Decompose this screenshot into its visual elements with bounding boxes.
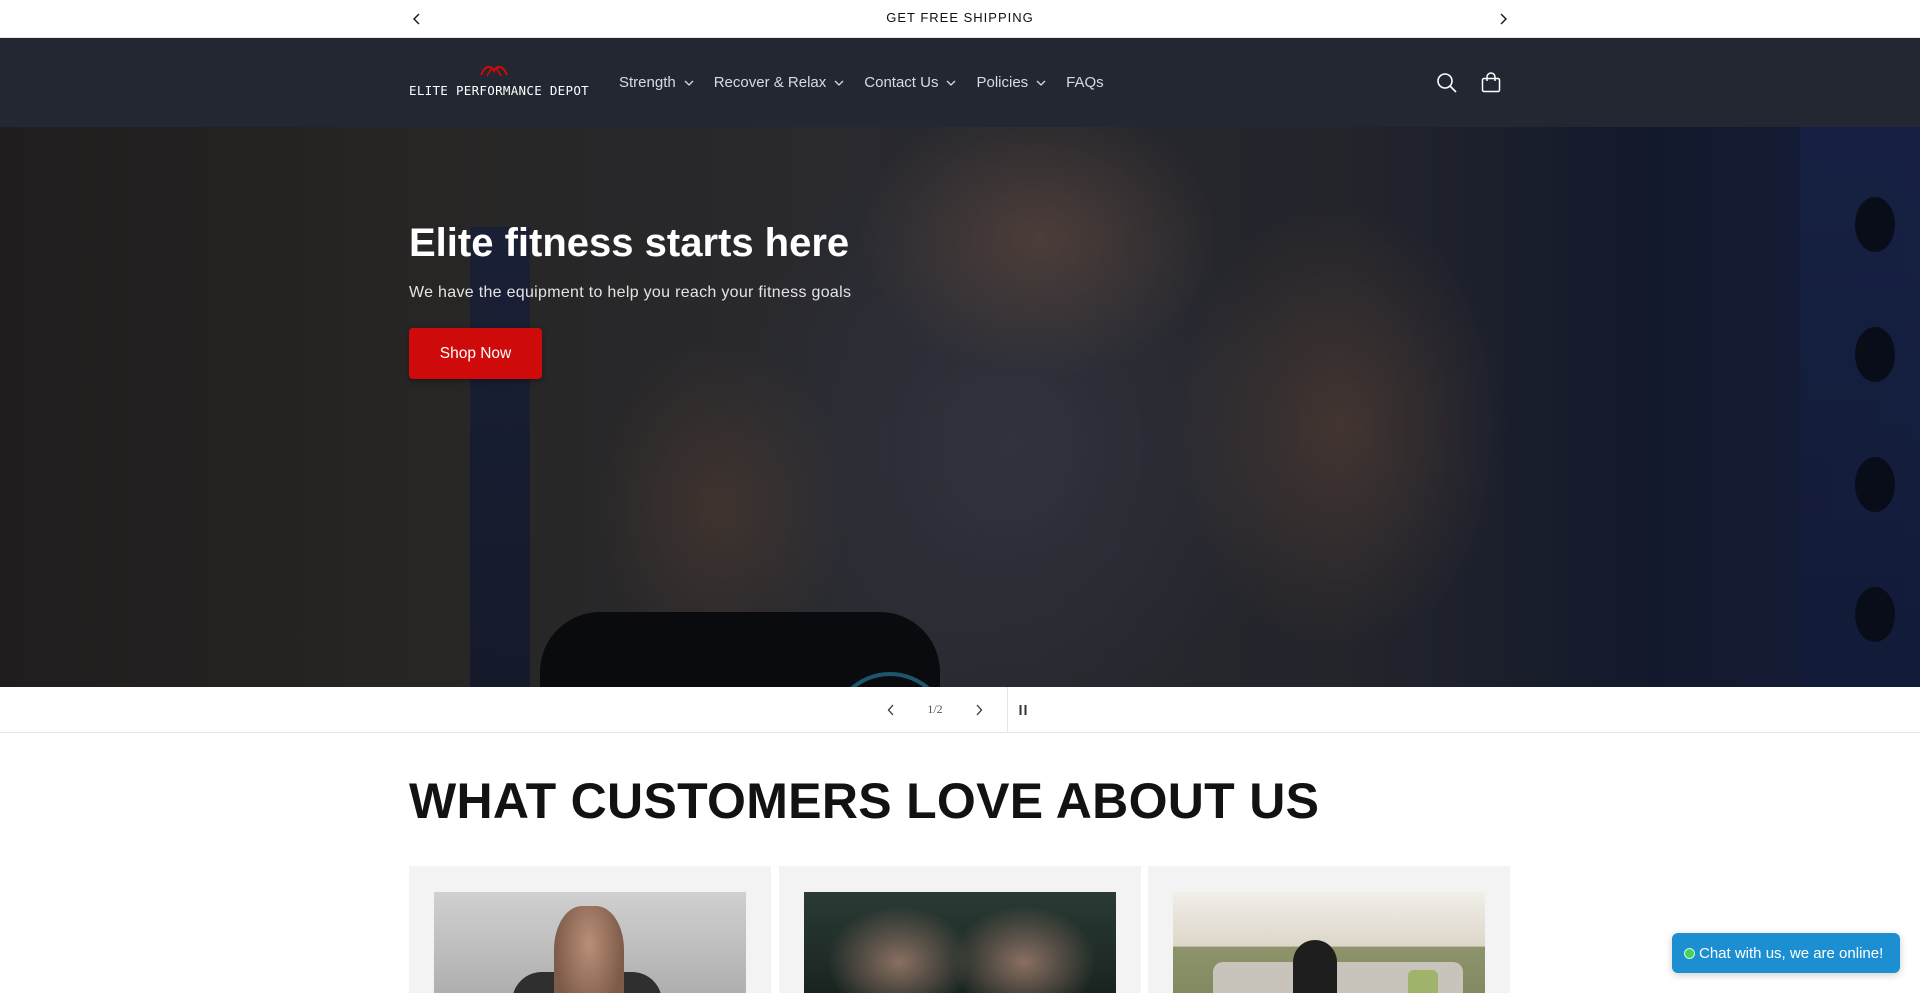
chat-label: Chat with us, we are online!	[1699, 944, 1884, 962]
online-status-icon	[1684, 947, 1695, 959]
shop-now-button[interactable]: Shop Now	[409, 328, 542, 379]
announcement-message: GET FREE SHIPPING	[886, 10, 1034, 25]
pause-icon	[1019, 705, 1027, 715]
main-nav: Strength Recover & Relax Contact Us Poli…	[619, 38, 1124, 127]
nav-item-faqs[interactable]: FAQs	[1066, 74, 1104, 91]
cart-icon	[1481, 72, 1501, 93]
testimonial-card	[409, 866, 771, 993]
announcement-bar: GET FREE SHIPPING	[0, 0, 1920, 38]
chevron-right-icon	[1500, 13, 1507, 25]
site-header: ELITE PERFORMANCE DEPOT Strength Recover…	[0, 38, 1920, 127]
logo-mark-icon	[480, 65, 508, 77]
nav-item-strength[interactable]: Strength	[619, 74, 694, 91]
store-logo[interactable]: ELITE PERFORMANCE DEPOT	[409, 64, 589, 104]
chevron-down-icon	[834, 80, 844, 86]
nav-item-recover-relax[interactable]: Recover & Relax	[714, 74, 845, 91]
nav-item-label: Policies	[976, 74, 1029, 91]
logo-text: ELITE PERFORMANCE DEPOT	[409, 83, 589, 98]
slide-pause-button[interactable]	[1013, 700, 1033, 720]
search-icon	[1437, 73, 1457, 93]
chevron-down-icon	[684, 80, 694, 86]
nav-item-label: Strength	[619, 74, 676, 91]
chevron-down-icon	[946, 80, 956, 86]
section-title: WHAT CUSTOMERS LOVE ABOUT US	[409, 773, 1320, 829]
slide-prev-button[interactable]	[881, 700, 901, 720]
slide-next-button[interactable]	[969, 700, 989, 720]
nav-item-label: FAQs	[1066, 74, 1104, 91]
slideshow-controls: 1/2	[0, 687, 1920, 733]
controls-divider	[1007, 687, 1008, 733]
testimonial-image	[804, 892, 1116, 993]
chevron-left-icon	[887, 704, 894, 716]
testimonial-card	[1148, 866, 1510, 993]
chevron-right-icon	[976, 704, 983, 716]
slide-counter: 1/2	[927, 702, 943, 716]
hero-title: Elite fitness starts here	[409, 221, 850, 265]
testimonial-card	[779, 866, 1141, 993]
cart-button[interactable]	[1477, 69, 1505, 97]
nav-item-label: Recover & Relax	[713, 74, 827, 91]
hero-subtitle: We have the equipment to help you reach …	[409, 284, 852, 301]
chat-widget-button[interactable]: Chat with us, we are online!	[1672, 933, 1900, 973]
testimonial-image	[1173, 892, 1485, 993]
search-button[interactable]	[1433, 69, 1461, 97]
testimonial-image	[434, 892, 746, 993]
nav-item-label: Contact Us	[864, 74, 939, 91]
nav-item-contact-us[interactable]: Contact Us	[864, 74, 956, 91]
hero-overlay	[0, 127, 1920, 687]
chevron-down-icon	[1036, 80, 1046, 86]
announcement-next-button[interactable]	[1493, 9, 1513, 29]
hero-slide: Elite fitness starts here We have the eq…	[0, 127, 1920, 687]
nav-item-policies[interactable]: Policies	[976, 74, 1046, 91]
